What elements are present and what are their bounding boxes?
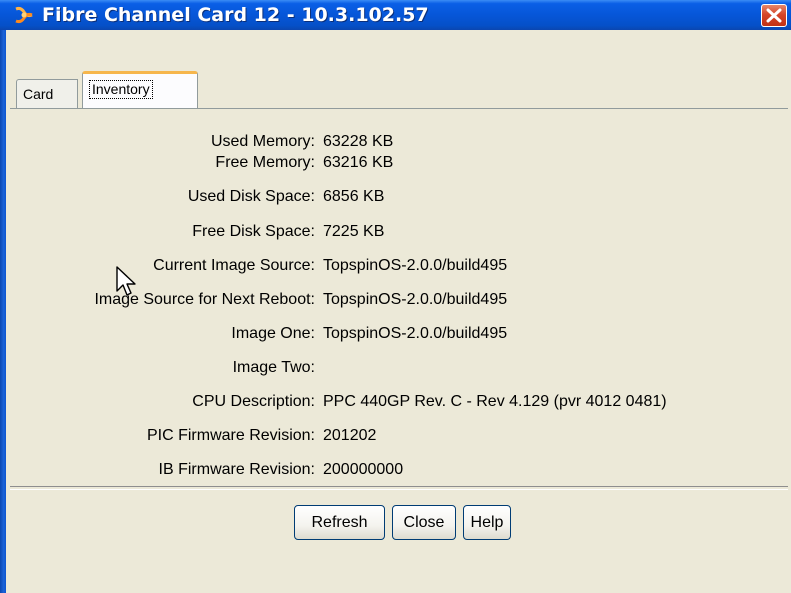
image-one-row: Image One: TopspinOS-2.0.0/build495 xyxy=(0,317,791,351)
cpu-description-row: CPU Description: PPC 440GP Rev. C - Rev … xyxy=(0,385,791,419)
window-title: Fibre Channel Card 12 - 10.3.102.57 xyxy=(42,4,429,26)
used-disk-space-value: 6856 KB xyxy=(323,188,385,205)
ib-firmware-label: IB Firmware Revision: xyxy=(158,461,315,478)
button-divider xyxy=(10,486,788,490)
image-two-row: Image Two: xyxy=(0,351,791,385)
next-reboot-image-value: TopspinOS-2.0.0/build495 xyxy=(323,291,508,308)
image-two-label: Image Two: xyxy=(232,359,315,376)
ib-firmware-value: 200000000 xyxy=(323,461,404,478)
free-disk-space-value: 7225 KB xyxy=(323,223,385,240)
close-icon xyxy=(766,8,782,23)
refresh-button[interactable]: Refresh xyxy=(294,505,385,540)
free-memory-value: 63216 KB xyxy=(323,154,394,171)
current-image-source-label: Current Image Source: xyxy=(153,257,315,274)
image-one-label: Image One: xyxy=(231,325,315,342)
used-disk-space-label: Used Disk Space: xyxy=(187,188,315,205)
refresh-button-label: Refresh xyxy=(311,514,368,531)
tab-card[interactable]: Card xyxy=(16,79,78,109)
ib-firmware-row: IB Firmware Revision: 200000000 xyxy=(0,453,791,487)
window-close-button[interactable] xyxy=(761,4,787,27)
tab-inventory[interactable]: Inventory xyxy=(82,71,198,109)
pic-firmware-label: PIC Firmware Revision: xyxy=(146,427,315,444)
pic-firmware-row: PIC Firmware Revision: 201202 xyxy=(0,419,791,453)
free-memory-label: Free Memory: xyxy=(215,154,315,171)
pic-firmware-value: 201202 xyxy=(323,427,377,444)
help-button[interactable]: Help xyxy=(463,505,511,540)
fibre-channel-app-icon xyxy=(15,6,33,24)
tab-inventory-label: Inventory xyxy=(89,80,153,99)
used-disk-space-row: Used Disk Space: 6856 KB xyxy=(0,180,791,214)
close-button-label: Close xyxy=(403,514,445,531)
current-image-source-value: TopspinOS-2.0.0/build495 xyxy=(323,257,508,274)
title-bar[interactable]: Fibre Channel Card 12 - 10.3.102.57 xyxy=(0,0,791,30)
help-button-label: Help xyxy=(470,514,504,531)
tab-card-label: Card xyxy=(23,86,54,102)
close-button[interactable]: Close xyxy=(392,505,456,540)
image-one-value: TopspinOS-2.0.0/build495 xyxy=(323,325,508,342)
free-memory-row: Free Memory: 63216 KB xyxy=(0,146,791,180)
fibre-channel-card-dialog: Fibre Channel Card 12 - 10.3.102.57 Card… xyxy=(0,0,791,593)
free-disk-space-label: Free Disk Space: xyxy=(192,223,315,240)
mouse-pointer-icon xyxy=(116,266,136,296)
cpu-description-label: CPU Description: xyxy=(192,393,315,410)
cpu-description-value: PPC 440GP Rev. C - Rev 4.129 (pvr 4012 0… xyxy=(323,393,667,410)
free-disk-space-row: Free Disk Space: 7225 KB xyxy=(0,215,791,249)
